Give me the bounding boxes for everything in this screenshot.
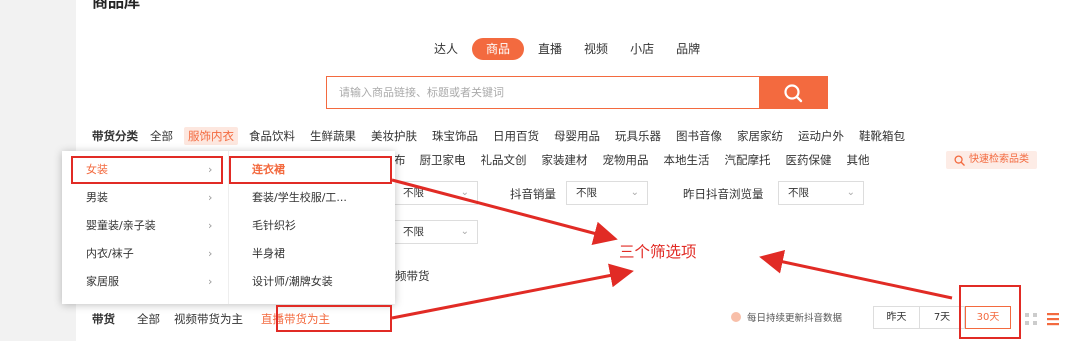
arrow-from-30days [759, 250, 953, 300]
annotation-arrows [391, 178, 953, 320]
arrow-from-live [391, 263, 634, 320]
annotation-label: 三个筛选项 [619, 243, 697, 261]
arrow-from-dress [391, 178, 618, 246]
